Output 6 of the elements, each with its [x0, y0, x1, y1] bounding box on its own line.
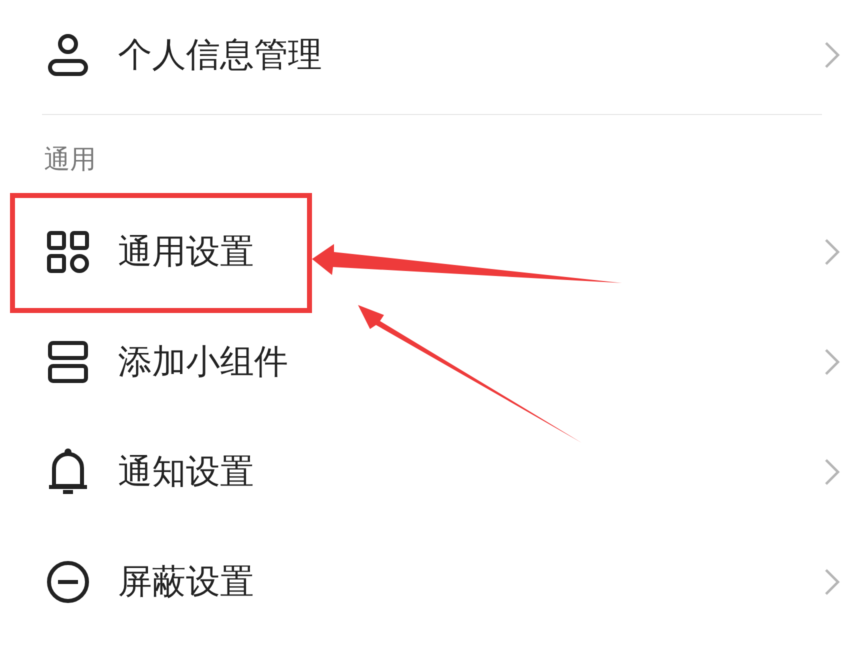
- settings-menu-item[interactable]: 个人信息管理: [0, 0, 864, 110]
- settings-menu-item[interactable]: 屏蔽设置: [0, 527, 864, 637]
- settings-menu-item[interactable]: 添加小组件: [0, 307, 864, 417]
- settings-menu-item[interactable]: 通用设置: [0, 197, 864, 307]
- section-title: 通用: [43, 144, 97, 177]
- settings-menu-item[interactable]: 通知设置: [0, 417, 864, 527]
